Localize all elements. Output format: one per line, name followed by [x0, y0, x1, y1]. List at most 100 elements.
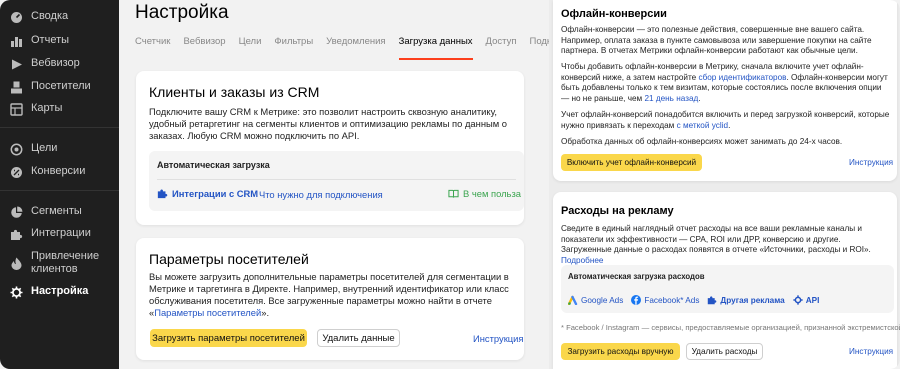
- crm-card: Клиенты и заказы из CRM Подключите вашу …: [136, 71, 524, 225]
- bar-chart-icon: [9, 34, 23, 48]
- delete-data-button[interactable]: Удалить данные: [317, 329, 400, 347]
- visitor-params-text-part: ».: [261, 307, 270, 318]
- sidebar-item-settings[interactable]: Настройка: [0, 285, 119, 299]
- ad-costs-title: Расходы на рекламу: [561, 205, 674, 217]
- google-ads-link[interactable]: Google Ads: [568, 295, 623, 305]
- text-part: .: [698, 93, 701, 103]
- puzzle-icon: [9, 227, 23, 241]
- sidebar-item-visitors[interactable]: Посетители: [0, 80, 119, 94]
- facebook-footnote: * Facebook / Instagram — сервисы, предос…: [561, 323, 900, 332]
- ad-costs-auto-box: Автоматическая загрузка расходов Google …: [561, 265, 894, 313]
- sidebar-item-conversions[interactable]: Конверсии: [0, 165, 119, 179]
- sidebar-divider: [0, 190, 119, 191]
- right-panel: Офлайн-конверсии Офлайн-конверсии — это …: [549, 0, 900, 369]
- divider: [157, 179, 516, 180]
- sidebar-item-label: Сегменты: [31, 205, 82, 217]
- puzzle-icon: [707, 295, 717, 305]
- google-ads-icon: [568, 295, 578, 305]
- sidebar-item-label: Сводка: [31, 10, 69, 22]
- google-ads-label: Google Ads: [581, 295, 624, 305]
- offline-instruction-link[interactable]: Инструкция: [849, 158, 893, 167]
- text-part: Сведите в единый наглядный отчет расходы…: [561, 224, 871, 254]
- visitor-params-instruction-link[interactable]: Инструкция: [473, 333, 523, 344]
- api-link[interactable]: API: [793, 295, 820, 305]
- tab-filters[interactable]: Фильтры: [274, 36, 313, 60]
- sidebar-item-reports[interactable]: Отчеты: [0, 34, 119, 48]
- crm-benefit-label: В чем польза: [463, 188, 521, 199]
- visitor-params-report-link[interactable]: Параметры посетителей: [154, 307, 261, 318]
- sidebar-item-label: Конверсии: [31, 165, 86, 177]
- facebook-icon: [631, 295, 642, 305]
- offline-conversions-card: Офлайн-конверсии Офлайн-конверсии — это …: [553, 0, 897, 181]
- sidebar-item-summary[interactable]: Сводка: [0, 10, 119, 24]
- upload-visitor-params-button[interactable]: Загрузить параметры посетителей: [150, 329, 307, 347]
- visitor-params-text: Вы можете загрузить дополнительные парам…: [149, 271, 513, 319]
- conversion-icon: [9, 165, 23, 179]
- offline-conversions-text-1: Офлайн-конверсии — это полезные действия…: [561, 25, 872, 55]
- sidebar-item-label: Привлечение клиентов: [31, 250, 100, 275]
- pie-icon: [9, 205, 23, 219]
- delete-costs-button[interactable]: Удалить расходы: [686, 343, 763, 360]
- sidebar-item-label: Посетители: [31, 80, 91, 92]
- upload-costs-manually-button[interactable]: Загрузить расходы вручную: [561, 343, 680, 360]
- target-icon: [9, 142, 23, 156]
- sidebar-item-label: Интеграции: [31, 227, 91, 239]
- offline-conversions-text-4: Обработка данных об офлайн-конверсиях мо…: [561, 137, 843, 146]
- text-part: .: [728, 120, 731, 130]
- id-collection-link[interactable]: сбор идентификаторов: [698, 73, 786, 82]
- tab-notifications[interactable]: Уведомления: [326, 36, 385, 60]
- api-label: API: [805, 295, 820, 305]
- sidebar-item-label: Цели: [31, 142, 58, 154]
- facebook-ads-link[interactable]: Facebook* Ads: [631, 295, 699, 305]
- crm-requirements-link[interactable]: Что нужно для подключения: [259, 189, 383, 200]
- sidebar-item-integrations[interactable]: Интеграции: [0, 227, 119, 241]
- enable-offline-conversions-button[interactable]: Включить учет офлайн-конверсий: [561, 154, 702, 171]
- crm-card-text: Подключите вашу CRM к Метрике: это позво…: [149, 106, 507, 141]
- sidebar-item-goals[interactable]: Цели: [0, 142, 119, 156]
- main-content: Настройка Счетчик Вебвизор Цели Фильтры …: [119, 0, 549, 369]
- crm-integrations-label: Интеграции с CRM: [172, 188, 259, 199]
- map-icon: [9, 102, 23, 116]
- tab-webvisor[interactable]: Вебвизор: [183, 36, 225, 60]
- tab-access[interactable]: Доступ: [486, 36, 517, 60]
- crm-card-title: Клиенты и заказы из CRM: [149, 84, 320, 100]
- ad-costs-auto-title: Автоматическая загрузка расходов: [568, 272, 705, 281]
- crm-integrations-link[interactable]: Интеграции с CRM: [157, 188, 258, 199]
- ad-costs-card: Расходы на рекламу Сведите в единый нагл…: [553, 192, 900, 369]
- offline-conversions-text-3: Учет офлайн-конверсий понадобится включи…: [561, 110, 891, 131]
- dashboard-icon: [9, 10, 23, 24]
- yclid-link[interactable]: с меткой yclid: [677, 121, 728, 130]
- sidebar-item-webvisor[interactable]: Вебвизор: [0, 57, 119, 71]
- crm-auto-box: Автоматическая загрузка Интеграции с CRM…: [149, 151, 524, 211]
- puzzle-icon: [157, 188, 168, 199]
- sidebar-item-maps[interactable]: Карты: [0, 102, 119, 116]
- other-ads-link[interactable]: Другая реклама: [707, 295, 785, 305]
- tab-data-upload[interactable]: Загрузка данных: [398, 36, 473, 60]
- sidebar-item-segments[interactable]: Сегменты: [0, 205, 119, 219]
- tab-goals[interactable]: Цели: [239, 36, 262, 60]
- gear-icon: [9, 285, 23, 299]
- days-ago-link[interactable]: 21 день назад: [644, 94, 698, 103]
- facebook-ads-label: Facebook* Ads: [644, 295, 700, 305]
- tab-connect[interactable]: Подключ: [529, 36, 549, 60]
- settings-tabs: Счетчик Вебвизор Цели Фильтры Уведомлени…: [135, 36, 549, 60]
- crm-benefit-link[interactable]: В чем польза: [448, 188, 521, 199]
- sidebar-item-acquisition[interactable]: Привлечение клиентов: [0, 250, 119, 276]
- ad-sources-row: Google Ads Facebook* Ads Другая реклама: [568, 295, 819, 305]
- sidebar-item-label: Вебвизор: [31, 57, 80, 69]
- book-icon: [448, 189, 459, 199]
- sidebar-item-label: Настройка: [31, 285, 89, 297]
- person-icon: [9, 80, 23, 94]
- sidebar-divider: [0, 127, 119, 128]
- app-frame: Сводка Отчеты Вебвизор Посетители Карты: [0, 0, 900, 369]
- gear-icon: [793, 295, 803, 305]
- offline-conversions-title: Офлайн-конверсии: [561, 8, 667, 20]
- tab-counter[interactable]: Счетчик: [135, 36, 170, 60]
- ad-costs-more-link[interactable]: Подробнее: [561, 256, 603, 265]
- ad-costs-instruction-link[interactable]: Инструкция: [849, 347, 893, 356]
- play-icon: [9, 57, 23, 71]
- other-ads-label: Другая реклама: [720, 295, 785, 305]
- visitor-params-title: Параметры посетителей: [149, 251, 309, 267]
- sidebar: Сводка Отчеты Вебвизор Посетители Карты: [0, 0, 119, 369]
- offline-conversions-text-2: Чтобы добавить офлайн-конверсии в Метрик…: [561, 62, 891, 104]
